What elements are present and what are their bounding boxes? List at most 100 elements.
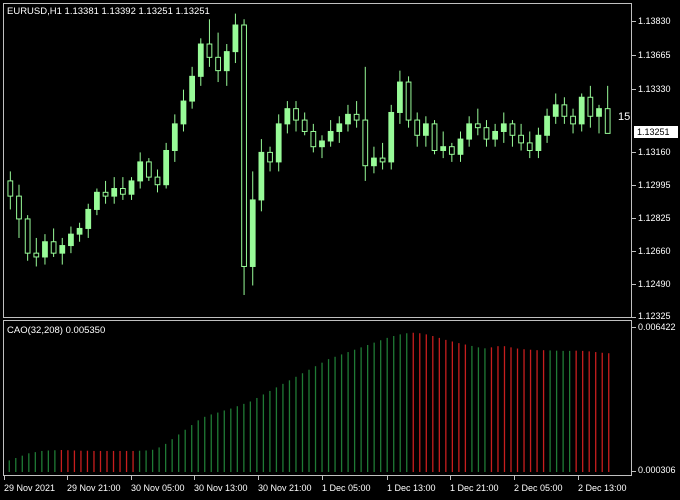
candlestick <box>284 101 291 134</box>
candlestick <box>94 188 100 216</box>
candlestick <box>561 97 568 124</box>
candle-body <box>258 151 265 201</box>
candlestick <box>397 70 403 124</box>
candle-body <box>310 130 317 148</box>
price-axis-tick <box>632 218 636 219</box>
candlestick <box>7 171 14 210</box>
candlestick <box>128 177 135 200</box>
candle-body <box>293 108 299 121</box>
candlestick <box>431 120 438 155</box>
price-axis-tick <box>632 251 636 252</box>
candlestick <box>388 104 395 170</box>
candlestick <box>180 89 187 132</box>
time-axis-tick <box>322 476 323 480</box>
candle-body <box>50 241 57 254</box>
candle-body <box>500 123 507 132</box>
candlestick <box>154 169 161 193</box>
candle-body <box>42 241 48 258</box>
candlestick <box>163 142 170 189</box>
chart-shift-marker[interactable]: 15 <box>618 111 630 123</box>
time-axis-tick <box>514 476 515 480</box>
time-axis-label: 2 Dec 05:00 <box>514 483 563 493</box>
time-axis-label: 30 Nov 13:00 <box>194 483 248 493</box>
candle-body <box>223 51 230 72</box>
candle-body <box>319 140 325 148</box>
indicator-axis-bottom-label: 0.000306 <box>638 465 676 475</box>
candlestick <box>206 19 213 67</box>
candlestick <box>371 146 377 174</box>
chart-symbol-header: EURUSD,H1 1.13381 1.13392 1.13251 1.1325… <box>7 6 210 17</box>
candle-body <box>284 108 291 125</box>
candlestick <box>587 85 594 128</box>
chart-canvas[interactable] <box>0 0 680 500</box>
candlestick <box>33 237 40 267</box>
time-axis-label: 30 Nov 05:00 <box>131 483 185 493</box>
candle-body <box>145 161 152 178</box>
price-axis-tick <box>632 21 636 22</box>
time-axis-label: 1 Dec 13:00 <box>387 483 436 493</box>
price-axis-tick <box>632 89 636 90</box>
candlestick <box>336 116 343 143</box>
candlestick <box>189 66 196 109</box>
candle-body <box>24 218 31 254</box>
time-axis-label: 1 Dec 05:00 <box>322 483 371 493</box>
candlestick <box>293 101 299 132</box>
candlestick <box>604 85 611 134</box>
candle-body <box>215 56 221 72</box>
indicator-axis-top-label: 0.006422 <box>638 322 676 332</box>
candlestick <box>102 180 109 204</box>
candlestick <box>275 114 282 172</box>
candlestick <box>42 234 48 265</box>
candle-body <box>362 119 369 167</box>
candle-body <box>119 188 126 195</box>
candlestick <box>518 123 524 151</box>
candle-body <box>275 123 282 163</box>
candlestick <box>362 66 369 181</box>
price-axis-label: 1.12825 <box>638 213 671 223</box>
candle-body <box>492 130 499 140</box>
price-axis-tick <box>632 185 636 186</box>
candle-body <box>397 81 403 113</box>
candle-body <box>604 108 611 134</box>
price-axis-tick <box>632 152 636 153</box>
candle-body <box>94 191 100 210</box>
candlestick <box>145 158 152 181</box>
time-axis-tick <box>258 476 259 480</box>
candle-body <box>371 157 377 167</box>
candlestick <box>171 114 178 162</box>
candle-body <box>171 123 178 151</box>
price-axis-tick <box>632 317 636 318</box>
candlestick <box>578 93 585 132</box>
candle-body <box>336 123 343 132</box>
candle-body <box>197 43 204 77</box>
candle-body <box>561 104 568 117</box>
candlestick <box>50 228 57 257</box>
candle-body <box>526 142 533 151</box>
price-axis-tick <box>632 55 636 56</box>
candle-body <box>206 43 213 58</box>
candlestick <box>414 112 421 147</box>
time-axis-label: 30 Nov 21:00 <box>258 483 312 493</box>
candlestick <box>440 131 447 159</box>
candlestick <box>596 104 602 134</box>
candlestick <box>232 13 239 64</box>
candlestick <box>345 104 351 132</box>
candle-body <box>111 188 118 197</box>
candle-body <box>457 138 464 155</box>
candlestick <box>267 146 273 172</box>
candle-body <box>267 151 273 163</box>
candlestick <box>448 142 455 162</box>
candle-body <box>440 146 447 151</box>
candlestick <box>215 32 221 83</box>
candle-body <box>59 245 66 254</box>
candlestick <box>249 171 256 286</box>
candlestick <box>241 19 247 295</box>
candlestick <box>16 184 22 238</box>
price-axis-label: 1.12325 <box>638 311 671 321</box>
price-axis-label: 1.13330 <box>638 84 671 94</box>
candlestick <box>509 120 516 147</box>
candle-body <box>68 233 74 247</box>
time-axis-label: 29 Nov 2021 <box>4 483 56 493</box>
candlestick <box>24 215 31 261</box>
indicator-axis-tick <box>632 327 636 328</box>
